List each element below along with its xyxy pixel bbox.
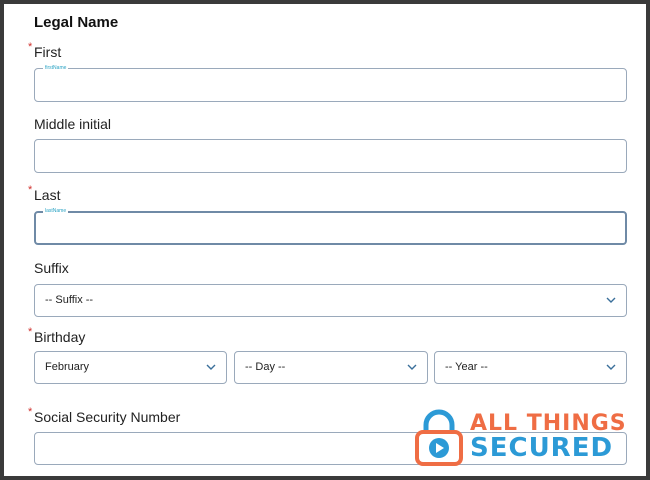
birthday-day-select[interactable]: -- Day -- — [234, 351, 428, 384]
middle-initial-input[interactable] — [34, 139, 627, 173]
birthday-year-value: -- Year -- — [445, 361, 488, 373]
all-things-secured-logo: ALL THINGS SECURED — [414, 409, 646, 469]
middle-initial-label: Middle initial — [34, 116, 112, 132]
ssn-label: Social Security Number — [34, 409, 181, 425]
required-marker: * — [28, 326, 33, 338]
birthday-year-select[interactable]: -- Year -- — [434, 351, 627, 384]
chevron-down-icon — [206, 364, 216, 370]
first-name-input[interactable]: firstName — [34, 65, 627, 102]
suffix-label: Suffix — [34, 260, 69, 276]
chevron-down-icon — [606, 364, 616, 370]
birthday-month-value: February — [45, 361, 90, 373]
required-marker: * — [28, 406, 33, 418]
first-name-label: First — [34, 44, 62, 60]
birthday-label: Birthday — [34, 329, 86, 345]
birthday-day-value: -- Day -- — [245, 361, 286, 373]
logo-line2: SECURED — [470, 433, 614, 463]
section-title-legal-name: Legal Name — [34, 14, 119, 31]
chevron-down-icon — [407, 364, 417, 370]
last-name-label: Last — [34, 187, 61, 203]
chevron-down-icon — [606, 297, 616, 303]
first-name-float-label: firstName — [43, 65, 69, 71]
suffix-selected-value: -- Suffix -- — [45, 294, 94, 306]
last-name-float-label: lastName — [43, 208, 69, 214]
last-name-input[interactable]: lastName — [34, 208, 627, 245]
required-marker: * — [28, 41, 33, 53]
padlock-play-icon — [415, 409, 463, 466]
required-marker: * — [28, 184, 33, 196]
form-panel: Legal Name * First firstName Middle init… — [4, 4, 646, 476]
birthday-month-select[interactable]: February — [34, 351, 227, 384]
suffix-select[interactable]: -- Suffix -- — [34, 284, 627, 317]
